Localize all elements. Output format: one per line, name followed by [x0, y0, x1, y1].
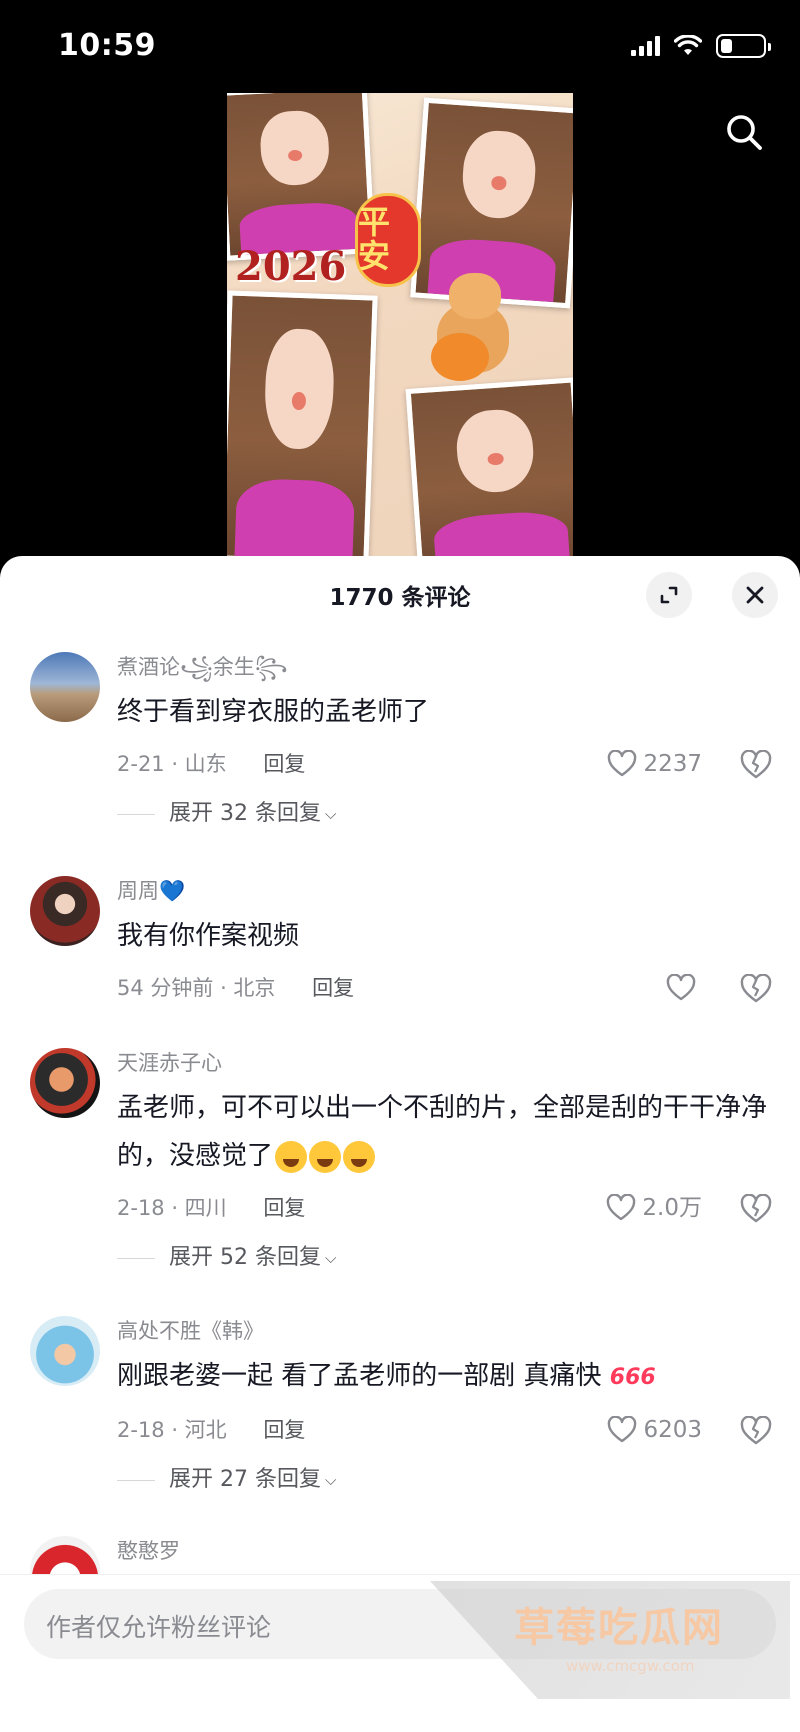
expand-icon [660, 586, 678, 604]
comment-meta: 2-18 · 四川 [117, 1196, 227, 1220]
heart-icon [608, 1416, 637, 1443]
watermark-url: www.cmcgw.com [566, 1657, 695, 1675]
comment-username[interactable]: 高处不胜《韩》 [117, 1316, 774, 1346]
reply-button[interactable]: 回复 [263, 1188, 305, 1228]
video-photo [227, 93, 376, 261]
status-icons [631, 34, 771, 58]
reply-button[interactable]: 回复 [263, 1410, 305, 1450]
video-thumbnail: 2026 平安 [227, 93, 573, 556]
broken-heart-icon[interactable] [740, 750, 772, 780]
comment-username[interactable]: 周周💙 [117, 876, 774, 906]
heart-icon [607, 1194, 636, 1221]
watermark-title: 草莓吃瓜网 [514, 1605, 724, 1651]
expand-replies-button[interactable]: 展开 32 条回复 ⌵ [117, 794, 774, 834]
search-icon[interactable] [724, 112, 764, 152]
reply-button[interactable]: 回复 [263, 744, 305, 784]
comment-text: 刚跟老婆一起 看了孟老师的一部剧 真痛快 666 [117, 1361, 656, 1391]
status-time: 10:59 [58, 28, 156, 63]
chevron-down-icon: ⌵ [324, 1471, 337, 1489]
comment-input-placeholder: 作者仅允许粉丝评论 [46, 1613, 272, 1642]
expand-replies-button[interactable]: 展开 52 条回复 ⌵ [117, 1238, 774, 1278]
chevron-down-icon: ⌵ [324, 1249, 337, 1267]
reply-button[interactable]: 回复 [312, 968, 354, 1008]
crying-laughing-emoji-icon [275, 1140, 308, 1173]
like-count: 6203 [643, 1417, 702, 1443]
emoji-666: 666 [609, 1365, 656, 1390]
like-button[interactable] [666, 968, 702, 1008]
avatar[interactable] [30, 876, 100, 946]
crying-laughing-emoji-icon [343, 1140, 376, 1173]
heart-icon [608, 750, 637, 777]
comment-username[interactable]: 天涯赤子心 [117, 1048, 774, 1078]
video-player[interactable]: 2026 平安 [0, 93, 800, 556]
comment-input-bar: 作者仅允许粉丝评论 草莓吃瓜网 www.cmcgw.com [0, 1574, 800, 1732]
like-button[interactable]: 2.0万 [606, 1188, 702, 1228]
video-photo [227, 290, 378, 556]
avatar[interactable] [30, 1048, 100, 1118]
battery-icon [716, 34, 771, 58]
comment-text: 终于看到穿衣服的孟老师了 [117, 697, 430, 727]
like-button[interactable]: 6203 [607, 1410, 702, 1450]
wifi-icon [674, 35, 702, 55]
comment-username[interactable]: 煮酒论꧁余生꧂ [117, 652, 774, 682]
broken-heart-icon[interactable] [740, 1194, 772, 1224]
close-button[interactable] [732, 572, 778, 618]
video-photo [405, 377, 573, 556]
status-bar: 10:59 [0, 0, 800, 96]
expand-sheet-button[interactable] [646, 572, 692, 618]
comment-meta: 54 分钟前 · 北京 [117, 976, 276, 1000]
like-button[interactable]: 2237 [607, 744, 702, 784]
comment-meta: 2-18 · 河北 [117, 1418, 227, 1442]
comment-text: 孟老师，可不可以出一个不刮的片，全部是刮的干干净净的，没感觉了 [117, 1093, 768, 1173]
comments-header: 1770 条评论 [0, 556, 800, 632]
comment-text: 我有你作案视频 [117, 921, 300, 951]
video-year-text: 2026 [235, 243, 347, 290]
avatar[interactable] [30, 1316, 100, 1386]
broken-heart-icon[interactable] [740, 1416, 772, 1446]
close-icon [746, 586, 764, 604]
comment-username[interactable]: 憨憨罗 [117, 1536, 774, 1566]
signal-icon [631, 36, 660, 56]
avatar[interactable] [30, 652, 100, 722]
like-count: 2.0万 [642, 1195, 702, 1221]
crying-laughing-emoji-icon [309, 1140, 342, 1173]
horse-mascot-sticker [427, 273, 517, 383]
expand-replies-button[interactable]: 展开 27 条回复 ⌵ [117, 1460, 774, 1500]
like-count: 2237 [643, 751, 702, 777]
video-pingan-badge: 平安 [355, 193, 421, 287]
broken-heart-icon[interactable] [740, 974, 772, 1004]
chevron-down-icon: ⌵ [324, 805, 337, 823]
comment-meta: 2-21 · 山东 [117, 752, 227, 776]
comments-sheet: 1770 条评论 煮酒论꧁余生꧂ 终于看到穿衣服的孟老师了 2-21 · 山东 … [0, 556, 800, 1732]
heart-icon [666, 974, 696, 1001]
